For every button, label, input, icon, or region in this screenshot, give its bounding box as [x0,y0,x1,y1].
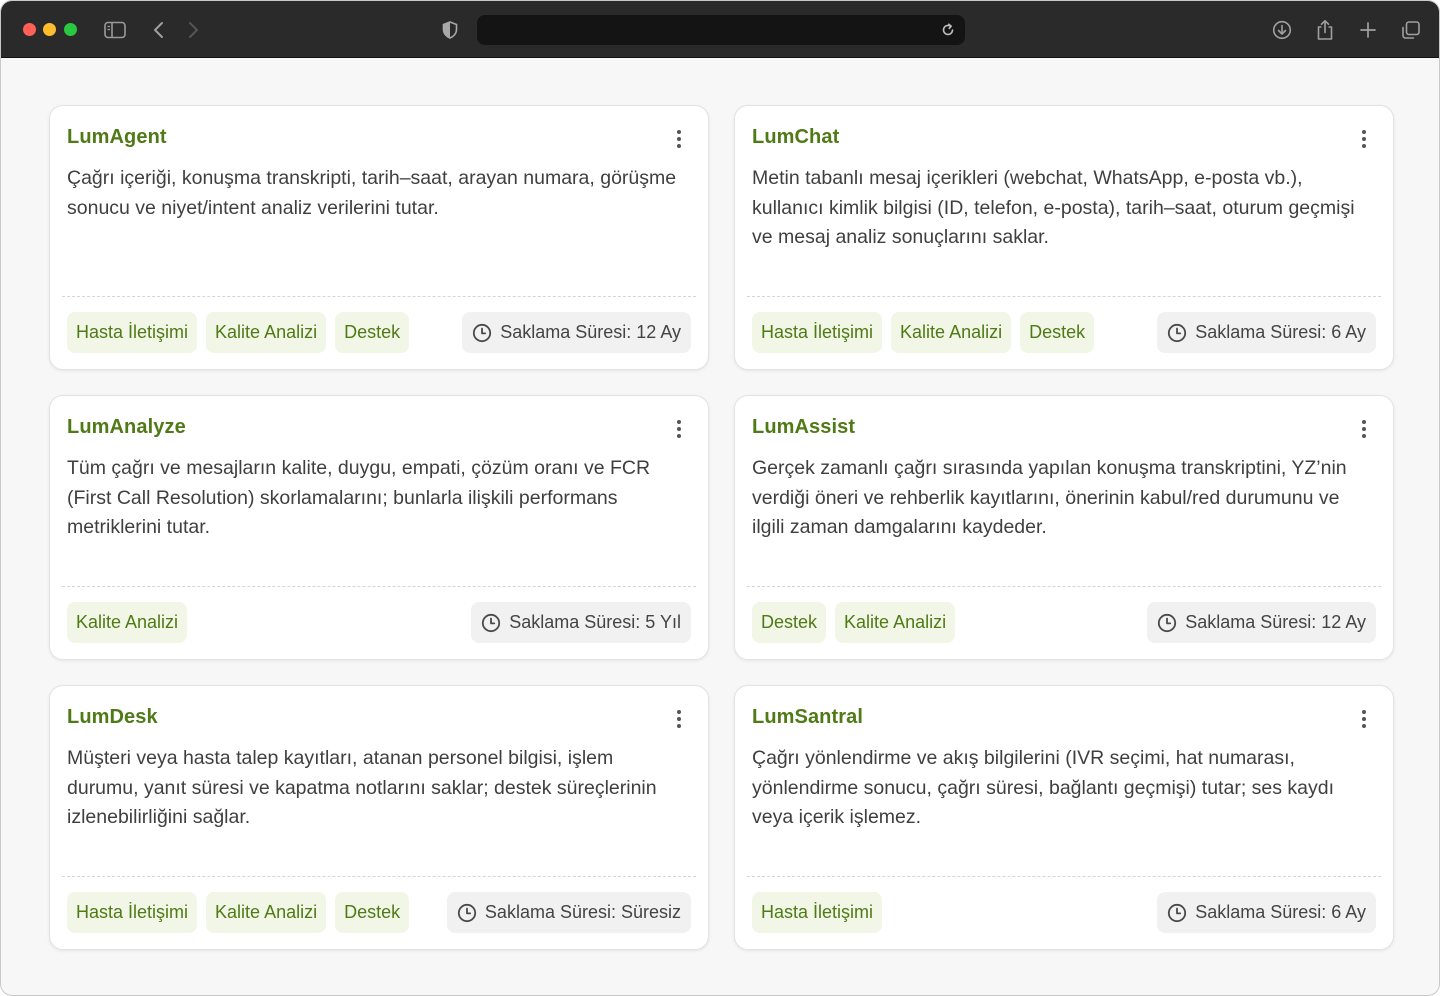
retention-label: Saklama Süresi: 6 Ay [1195,902,1366,922]
card-title: LumAnalyze [67,416,186,438]
minimize-window-button[interactable] [43,23,56,36]
card-divider [62,296,696,297]
clock-icon [481,613,501,633]
zoom-window-button[interactable] [64,23,77,36]
card-title: LumSantral [752,706,864,728]
category-tag[interactable]: Destek [1020,312,1095,353]
tag-list: Hasta İletişimi Kalite Analizi Destek [67,892,410,933]
chevron-left-icon[interactable] [146,17,172,43]
card-title: LumAssist [752,416,856,438]
card-divider [747,586,1381,587]
category-tag[interactable]: Hasta İletişimi [752,892,883,933]
retention-badge: Saklama Süresi: 6 Ay [1157,892,1376,933]
retention-label: Saklama Süresi: 6 Ay [1195,322,1366,342]
card-description: Müşteri veya hasta talep kayıtları, atan… [67,747,657,829]
more-options-icon[interactable] [1353,126,1375,152]
browser-window: LumAgent Çağrı içeriği, konuşma transkri… [0,0,1440,996]
card-divider [747,876,1381,877]
card-title: LumAgent [67,126,167,148]
retention-label: Saklama Süresi: 12 Ay [500,322,681,342]
retention-badge: Saklama Süresi: 12 Ay [462,312,691,353]
category-tag[interactable]: Kalite Analizi [206,312,327,353]
category-tag[interactable]: Kalite Analizi [835,602,956,643]
more-options-icon[interactable] [668,416,690,442]
tab-overview-icon[interactable] [1398,17,1424,43]
card-description: Çağrı içeriği, konuşma transkripti, tari… [67,167,677,219]
product-card: LumAgent Çağrı içeriği, konuşma transkri… [49,105,709,370]
tag-list: Kalite Analizi [67,602,188,643]
address-bar[interactable] [477,15,965,45]
clock-icon [1167,903,1187,923]
privacy-shield-icon[interactable] [437,17,463,43]
clock-icon [1157,613,1177,633]
card-divider [62,586,696,587]
retention-label: Saklama Süresi: Süresiz [484,902,681,922]
category-tag[interactable]: Kalite Analizi [206,892,327,933]
retention-label: Saklama Süresi: 12 Ay [1185,612,1366,632]
more-options-icon[interactable] [668,706,690,732]
product-card: LumChat Metin tabanlı mesaj içerikleri (… [734,105,1394,370]
tag-list: Hasta İletişimi Kalite Analizi Destek [752,312,1095,353]
category-tag[interactable]: Hasta İletişimi [67,892,198,933]
chevron-right-icon[interactable] [180,17,206,43]
product-card: LumDesk Müşteri veya hasta talep kayıtla… [49,685,709,950]
category-tag[interactable]: Destek [335,892,410,933]
download-icon[interactable] [1269,17,1295,43]
card-description: Çağrı yönlendirme ve akış bilgilerini (I… [752,747,1335,829]
sidebar-icon[interactable] [102,17,128,43]
retention-badge: Saklama Süresi: 5 Yıl [471,602,691,643]
product-card: LumAnalyze Tüm çağrı ve mesajların kalit… [49,395,709,660]
card-title: LumChat [752,126,840,148]
share-icon[interactable] [1312,17,1338,43]
clock-icon [1167,323,1187,343]
card-description: Gerçek zamanlı çağrı sırasında yapılan k… [752,457,1347,539]
card-description: Tüm çağrı ve mesajların kalite, duygu, e… [67,457,651,539]
card-description: Metin tabanlı mesaj içerikleri (webchat,… [752,167,1355,249]
tag-list: Hasta İletişimi [752,892,883,933]
category-tag[interactable]: Destek [752,602,827,643]
retention-badge: Saklama Süresi: 6 Ay [1157,312,1376,353]
product-card: LumSantral Çağrı yönlendirme ve akış bil… [734,685,1394,950]
retention-label: Saklama Süresi: 5 Yıl [509,612,681,632]
more-options-icon[interactable] [1353,706,1375,732]
clock-icon [472,323,492,343]
card-divider [62,876,696,877]
category-tag[interactable]: Kalite Analizi [67,602,188,643]
tag-list: Destek Kalite Analizi [752,602,956,643]
tag-list: Hasta İletişimi Kalite Analizi Destek [67,312,410,353]
card-title: LumDesk [67,706,158,728]
retention-badge: Saklama Süresi: 12 Ay [1147,602,1376,643]
category-tag[interactable]: Hasta İletişimi [752,312,883,353]
card-divider [747,296,1381,297]
reload-icon[interactable] [937,19,959,41]
category-tag[interactable]: Kalite Analizi [891,312,1012,353]
category-tag[interactable]: Destek [335,312,410,353]
more-options-icon[interactable] [668,126,690,152]
more-options-icon[interactable] [1353,416,1375,442]
clock-icon [457,903,477,923]
category-tag[interactable]: Hasta İletişimi [67,312,198,353]
plus-icon[interactable] [1355,17,1381,43]
browser-toolbar [1,1,1439,58]
close-window-button[interactable] [23,23,36,36]
retention-badge: Saklama Süresi: Süresiz [446,892,691,933]
product-card: LumAssist Gerçek zamanlı çağrı sırasında… [734,395,1394,660]
